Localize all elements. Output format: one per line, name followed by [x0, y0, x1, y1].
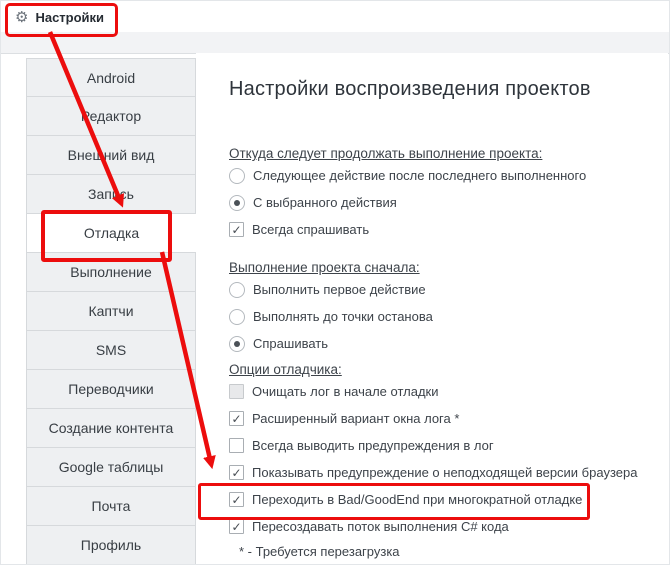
radio-option-from-selected-action[interactable]: С выбранного действия	[229, 189, 660, 216]
checkbox-checked-icon[interactable]	[229, 222, 244, 237]
radio-option-run-first-action[interactable]: Выполнить первое действие	[229, 276, 660, 303]
checkbox-checked-icon[interactable]	[229, 492, 244, 507]
option-label: Переходить в Bad/GoodEnd при многократно…	[252, 492, 582, 507]
checkbox-always-ask[interactable]: Всегда спрашивать	[229, 216, 660, 243]
option-label: Следующее действие после последнего выпо…	[253, 168, 586, 183]
sidebar-item-content-creation[interactable]: Создание контента	[26, 409, 196, 448]
checkbox-clear-log-on-debug-start[interactable]: Очищать лог в начале отладки	[229, 378, 660, 405]
sidebar-item-captcha[interactable]: Каптчи	[26, 292, 196, 331]
section-header-continue-from: Откуда следует продолжать выполнение про…	[229, 145, 660, 162]
sidebar-item-appearance[interactable]: Внешний вид	[26, 136, 196, 175]
sidebar-item-mail[interactable]: Почта	[26, 487, 196, 526]
radio-option-run-to-breakpoint[interactable]: Выполнять до точки останова	[229, 303, 660, 330]
settings-window: ⚙ Настройки Android Редактор Внешний вид…	[0, 0, 670, 565]
radio-checked-icon[interactable]	[229, 336, 245, 352]
radio-option-next-action[interactable]: Следующее действие после последнего выпо…	[229, 162, 660, 189]
sidebar-item-profile[interactable]: Профиль	[26, 526, 196, 565]
sidebar-item-translators[interactable]: Переводчики	[26, 370, 196, 409]
toolbar: ⚙ Настройки	[1, 1, 669, 33]
section-header-debugger-options: Опции отладчика:	[229, 361, 660, 378]
sidebar-item-android[interactable]: Android	[26, 58, 196, 97]
checkbox-unchecked-icon[interactable]	[229, 438, 244, 453]
radio-unchecked-icon[interactable]	[229, 309, 245, 325]
settings-button[interactable]: ⚙ Настройки	[11, 7, 108, 27]
option-label: Выполнять до точки останова	[253, 309, 433, 324]
option-label: Всегда выводить предупреждения в лог	[252, 438, 494, 453]
radio-unchecked-icon[interactable]	[229, 282, 245, 298]
settings-button-label: Настройки	[35, 10, 104, 25]
section-header-run-from-start: Выполнение проекта сначала:	[229, 259, 660, 276]
radio-checked-icon[interactable]	[229, 195, 245, 211]
checkbox-recreate-csharp-thread[interactable]: Пересоздавать поток выполнения C# кода	[229, 513, 660, 540]
toolbar-sub-band	[1, 32, 669, 54]
sidebar-item-google-sheets[interactable]: Google таблицы	[26, 448, 196, 487]
checkbox-checked-icon[interactable]	[229, 519, 244, 534]
sidebar-item-sms[interactable]: SMS	[26, 331, 196, 370]
checkbox-goto-bad-goodend[interactable]: Переходить в Bad/GoodEnd при многократно…	[229, 486, 660, 513]
option-label: Очищать лог в начале отладки	[252, 384, 438, 399]
checkbox-browser-version-warning[interactable]: Показывать предупреждение о неподходящей…	[229, 459, 660, 486]
page-title: Настройки воспроизведения проектов	[229, 77, 660, 101]
checkbox-checked-icon[interactable]	[229, 465, 244, 480]
checkbox-disabled-icon	[229, 384, 244, 399]
option-label: Показывать предупреждение о неподходящей…	[252, 465, 637, 480]
checkbox-always-log-warnings[interactable]: Всегда выводить предупреждения в лог	[229, 432, 660, 459]
gear-icon: ⚙	[15, 10, 28, 25]
option-label: Спрашивать	[253, 336, 328, 351]
option-label: Пересоздавать поток выполнения C# кода	[252, 519, 509, 534]
sidebar-item-editor[interactable]: Редактор	[26, 97, 196, 136]
option-label: С выбранного действия	[253, 195, 397, 210]
sidebar-item-recording[interactable]: Запись	[26, 175, 196, 214]
settings-sidebar: Android Редактор Внешний вид Запись Отла…	[26, 58, 196, 565]
radio-unchecked-icon[interactable]	[229, 168, 245, 184]
option-label: Всегда спрашивать	[252, 222, 369, 237]
restart-required-footnote: * - Требуется перезагрузка	[229, 544, 660, 559]
settings-panel: Настройки воспроизведения проектов Откуд…	[196, 53, 668, 563]
checkbox-checked-icon[interactable]	[229, 411, 244, 426]
checkbox-extended-log-window[interactable]: Расширенный вариант окна лога *	[229, 405, 660, 432]
radio-option-ask[interactable]: Спрашивать	[229, 330, 660, 357]
sidebar-item-execution[interactable]: Выполнение	[26, 253, 196, 292]
option-label: Выполнить первое действие	[253, 282, 426, 297]
option-label: Расширенный вариант окна лога *	[252, 411, 459, 426]
sidebar-item-debug[interactable]: Отладка	[26, 214, 196, 253]
